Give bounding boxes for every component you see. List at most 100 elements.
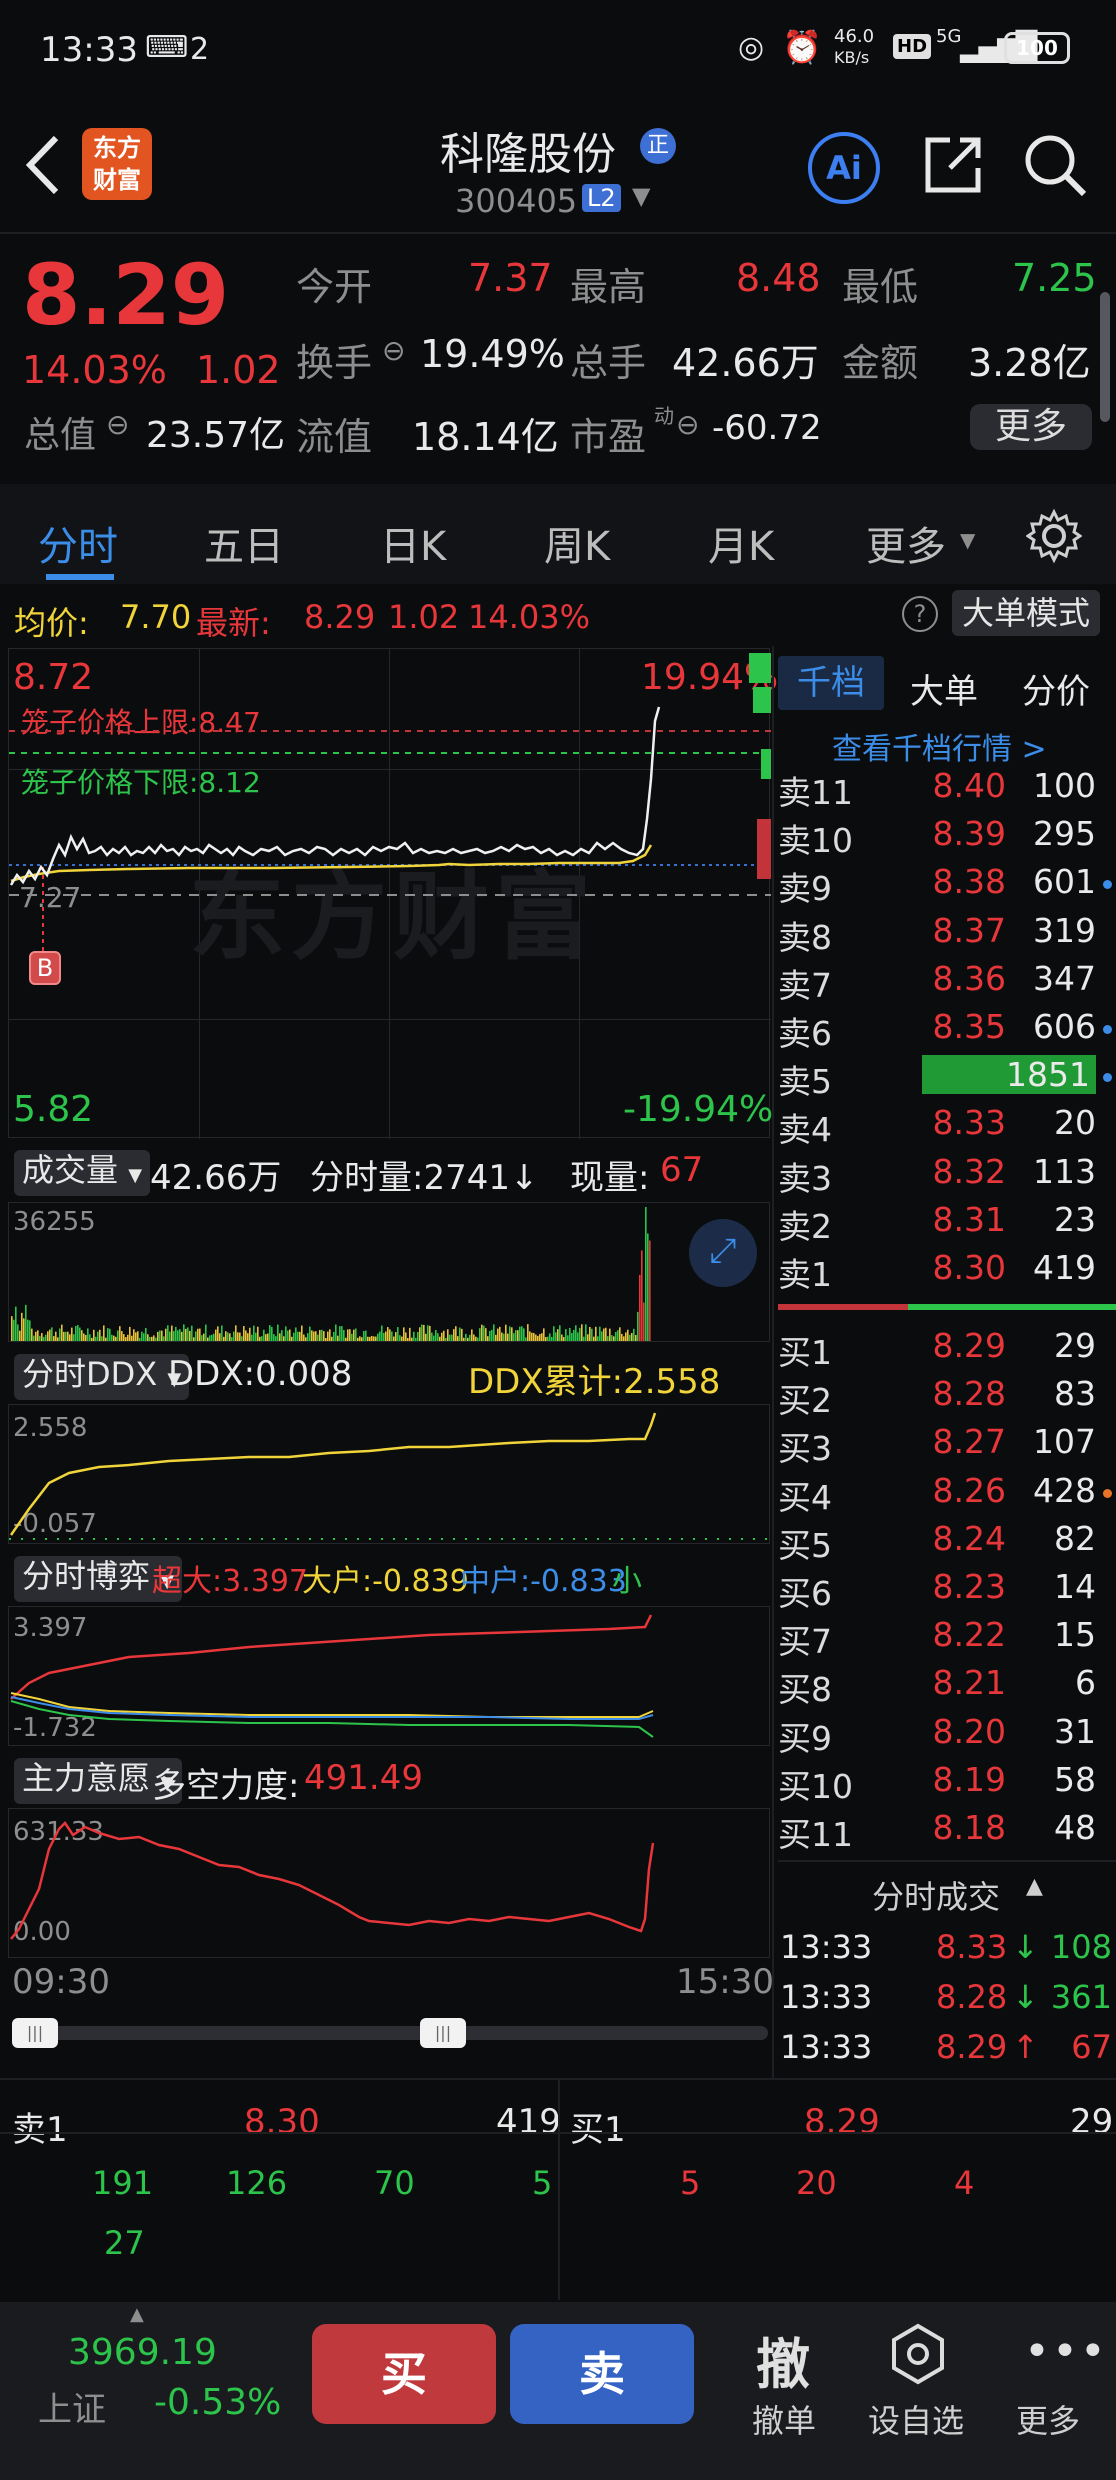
volume-bar (105, 1337, 107, 1341)
order-level-row[interactable]: 买8 8.21 6 (778, 1663, 1116, 1711)
volume-bar (543, 1328, 545, 1341)
cancel-icon[interactable]: 撤 (756, 2320, 810, 2399)
volume-bar (359, 1336, 361, 1341)
tab-big-orders[interactable]: 大单 (910, 664, 978, 713)
volume-bar (77, 1325, 79, 1341)
order-level-row[interactable]: 买10 8.19 58 (778, 1760, 1116, 1808)
volume-header: 成交量 ▼ 42.66万 分时量:2741↓ 现量: 67 (8, 1140, 770, 1200)
volume-bar (11, 1316, 13, 1341)
volume-bar (175, 1326, 177, 1341)
sell-button[interactable]: 卖 (510, 2324, 694, 2424)
badge-zheng: 正 (640, 128, 676, 164)
tab-price-distribution[interactable]: 分价 (1022, 664, 1090, 713)
index-value[interactable]: 3969.19 (68, 2332, 217, 2373)
search-icon[interactable] (1022, 132, 1090, 200)
volume-bar (89, 1334, 91, 1341)
back-icon[interactable] (22, 132, 62, 198)
share-icon[interactable] (920, 132, 986, 198)
tab-more[interactable]: 更多 (866, 514, 946, 572)
tab-weekly-k[interactable]: 周K (544, 514, 610, 572)
battery-icon: 100 (1004, 32, 1070, 64)
info-icon[interactable]: ⊖ (676, 408, 699, 441)
tab-intraday[interactable]: 分时 (38, 514, 118, 572)
per-minute-volume: 分时量:2741↓ (310, 1158, 539, 1198)
info-icon[interactable]: ⊖ (382, 334, 405, 367)
ddx-selector[interactable]: 分时DDX ▼ (14, 1354, 190, 1400)
order-level-row[interactable]: 买2 8.28 83 (778, 1374, 1116, 1422)
cancel-order-button[interactable]: 撤单 (752, 2396, 816, 2442)
volume-bar (317, 1334, 319, 1341)
order-level-row[interactable]: 卖4 8.33 20 (778, 1103, 1116, 1151)
net-speed: 46.0 (834, 26, 875, 47)
tab-monthly-k[interactable]: 月K (708, 514, 774, 572)
game-chart[interactable]: 3.397 -1.732 (8, 1606, 770, 1746)
intent-chart[interactable]: 631.33 0.00 (8, 1808, 770, 1958)
buy-marker[interactable]: B (29, 951, 61, 985)
brand-logo[interactable]: 东方 财富 (82, 128, 152, 200)
chevron-up-icon[interactable]: ▲ (130, 2304, 144, 2325)
order-level-row[interactable]: 买4 8.26 428 (778, 1471, 1116, 1519)
volume-selector[interactable]: 成交量 ▼ (14, 1150, 151, 1196)
buy-button[interactable]: 买 (312, 2324, 496, 2424)
slider-handle-right[interactable]: ||| (420, 2018, 466, 2048)
info-icon[interactable]: ⊖ (106, 408, 129, 441)
volume-bar (181, 1331, 183, 1341)
slider-handle-left[interactable]: ||| (12, 2018, 58, 2048)
volume-bar (207, 1337, 209, 1341)
more-button[interactable]: 更多 (970, 404, 1092, 450)
level-volume: 100 (1033, 766, 1096, 805)
volume-bar (375, 1336, 377, 1341)
order-level-row[interactable]: 卖8 8.37 319 (778, 911, 1116, 959)
volume-bar (169, 1331, 171, 1341)
volume-bar (587, 1334, 589, 1341)
volume-bar (145, 1327, 147, 1341)
ai-button[interactable]: Ai (808, 132, 880, 204)
tab-thousand-levels[interactable]: 千档 (778, 656, 884, 710)
expand-icon[interactable]: ⤢ (689, 1219, 757, 1287)
chevron-up-icon[interactable]: ▲ (1026, 1874, 1043, 1899)
order-level-row[interactable]: 卖6 8.35 606 (778, 1007, 1116, 1055)
settings-gear-icon[interactable] (1026, 508, 1082, 564)
tab-daily-k[interactable]: 日K (380, 514, 446, 572)
level-badge[interactable]: L2 (582, 184, 621, 212)
chevron-down-icon[interactable]: ▼ (632, 182, 650, 210)
index-pct[interactable]: -0.53% (154, 2382, 281, 2423)
order-level-row[interactable]: 买9 8.20 31 (778, 1712, 1116, 1760)
order-level-row[interactable]: 买3 8.27 107 (778, 1422, 1116, 1470)
order-level-row[interactable]: 买7 8.22 15 (778, 1615, 1116, 1663)
high-label: 最高 (570, 265, 647, 309)
volume-bar (211, 1334, 213, 1341)
order-level-row[interactable]: 卖7 8.36 347 (778, 959, 1116, 1007)
order-level-row[interactable]: 买11 8.18 48 (778, 1808, 1116, 1856)
add-watchlist-button[interactable]: 设自选 (868, 2396, 964, 2442)
big-order-mode-button[interactable]: 大单模式 (952, 590, 1101, 636)
order-level-row[interactable]: 卖9 8.38 601 (778, 862, 1116, 910)
help-icon[interactable]: ? (902, 596, 938, 632)
order-level-row[interactable]: 买6 8.23 14 (778, 1567, 1116, 1615)
intraday-chart[interactable]: 东方财富 8.72 19.94% 笼子价格上限:8.47 笼子价格下限:8.12… (8, 648, 778, 1139)
order-level-row[interactable]: 买5 8.24 82 (778, 1519, 1116, 1567)
index-name[interactable]: 上证 (38, 2382, 106, 2431)
order-level-row[interactable]: 卖10 8.39 295 (778, 814, 1116, 862)
volume-bar (409, 1327, 411, 1341)
more-button[interactable]: 更多 (1016, 2396, 1080, 2442)
volume-bar (97, 1331, 99, 1341)
order-level-row[interactable]: 买1 8.29 29 (778, 1326, 1116, 1374)
view-depth-link[interactable]: 查看千档行情 > (832, 724, 1047, 768)
ddx-chart[interactable]: 2.558 -0.057 (8, 1404, 771, 1544)
order-level-row[interactable]: 卖58.341851 (778, 1055, 1116, 1103)
range-slider-track[interactable] (12, 2026, 768, 2040)
order-level-row[interactable]: 卖3 8.32 113 (778, 1152, 1116, 1200)
volume-bar (371, 1335, 373, 1341)
more-dots-icon[interactable]: ••• (1024, 2326, 1108, 2377)
level-volume: 1851 (922, 1055, 1096, 1095)
order-level-row[interactable]: 卖2 8.31 23 (778, 1200, 1116, 1248)
volume-chart[interactable]: 36255 ⤢ (8, 1202, 770, 1342)
volume-bar (483, 1325, 485, 1341)
trades-title[interactable]: 分时成交 (872, 1872, 1000, 1918)
tab-5day[interactable]: 五日 (204, 514, 284, 572)
order-level-row[interactable]: 卖1 8.30 419 (778, 1248, 1116, 1296)
volume-bar (191, 1325, 193, 1341)
add-watchlist-icon[interactable] (888, 2322, 948, 2386)
order-level-row[interactable]: 卖11 8.40 100 (778, 766, 1116, 814)
